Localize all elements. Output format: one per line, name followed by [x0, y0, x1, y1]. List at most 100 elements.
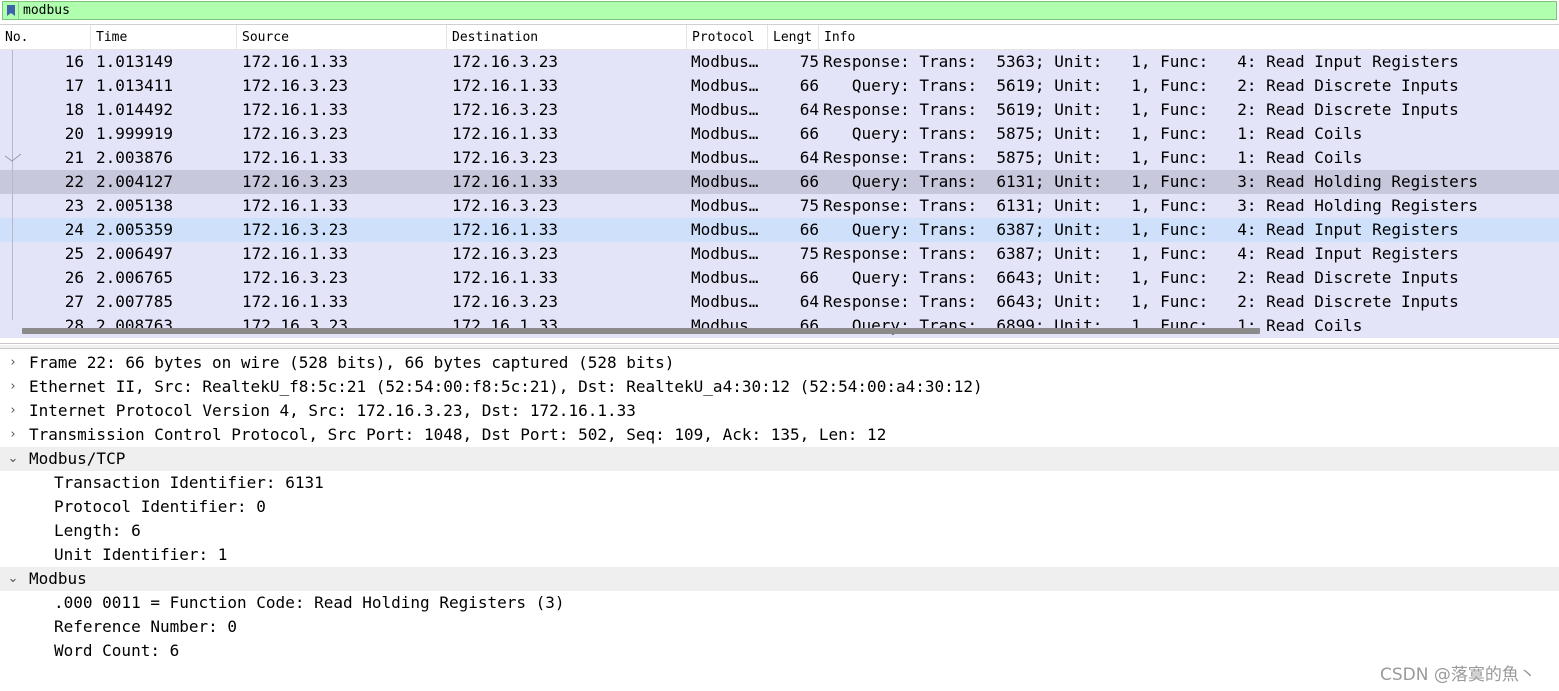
expand-arrow-icon[interactable]: ›	[6, 399, 20, 423]
packet-source: 172.16.3.23	[242, 172, 348, 191]
packet-destination: 172.16.1.33	[452, 172, 558, 191]
bookmark-icon[interactable]	[3, 2, 19, 19]
column-header-destination[interactable]: Destination	[447, 25, 687, 50]
packet-row[interactable]: 18 1.014492 172.16.1.33 172.16.3.23 Modbus… 6…	[0, 98, 1559, 122]
packet-length: 66	[799, 172, 819, 191]
detail-text: Transaction Identifier: 6131	[54, 473, 324, 492]
conversation-tree-line	[12, 50, 13, 320]
packet-row[interactable]: 25 2.006497 172.16.1.33 172.16.3.23 Modbus… 7…	[0, 242, 1559, 266]
packet-time: 2.006497	[96, 244, 174, 263]
packet-length: 66	[799, 220, 819, 239]
expand-arrow-icon[interactable]: ›	[6, 423, 20, 447]
packet-row[interactable]: 20 1.999919 172.16.3.23 172.16.1.33 Modbus… 6…	[0, 122, 1559, 146]
packet-time: 1.013411	[96, 76, 174, 95]
expand-arrow-icon[interactable]: ›	[6, 375, 20, 399]
packet-protocol: Modbus…	[691, 316, 759, 335]
detail-field[interactable]: Reference Number: 0	[0, 615, 1559, 639]
packet-row[interactable]: 24 2.005359 172.16.3.23 172.16.1.33 Modbus… 6…	[0, 218, 1559, 242]
packet-source: 172.16.3.23	[242, 76, 348, 95]
packet-source: 172.16.1.33	[242, 244, 348, 263]
packet-protocol: Modbus…	[691, 100, 759, 119]
packet-info: Query: Trans: 5875; Unit: 1, Func: 1: Re…	[823, 124, 1363, 143]
packet-row[interactable]: 16 1.013149 172.16.1.33 172.16.3.23 Modbus… 7…	[0, 50, 1559, 74]
detail-tree-node[interactable]: ⌄ Modbus/TCP	[0, 447, 1559, 471]
packet-info: Response: Trans: 5363; Unit: 1, Func: 4:…	[823, 52, 1459, 71]
packet-destination: 172.16.3.23	[452, 148, 558, 167]
packet-time: 2.006765	[96, 268, 174, 287]
collapse-arrow-icon[interactable]: ⌄	[6, 567, 20, 591]
column-header-info[interactable]: Info	[819, 25, 1559, 50]
detail-field[interactable]: Protocol Identifier: 0	[0, 495, 1559, 519]
collapse-arrow-icon[interactable]: ⌄	[6, 447, 20, 471]
packet-protocol: Modbus…	[691, 220, 759, 239]
packet-time: 2.005359	[96, 220, 174, 239]
detail-text: Protocol Identifier: 0	[54, 497, 266, 516]
packet-row[interactable]: 27 2.007785 172.16.1.33 172.16.3.23 Modbus… 6…	[0, 290, 1559, 314]
column-header-protocol[interactable]: Protocol	[687, 25, 768, 50]
packet-destination: 172.16.1.33	[452, 268, 558, 287]
detail-field[interactable]: Word Count: 6	[0, 639, 1559, 663]
column-header-length[interactable]: Lengt	[768, 25, 819, 50]
horizontal-scrollbar[interactable]	[22, 328, 1260, 334]
packet-length: 66	[799, 268, 819, 287]
display-filter-input[interactable]	[23, 2, 1423, 19]
expand-arrow-icon[interactable]: ›	[6, 351, 20, 375]
detail-tree-node[interactable]: › Transmission Control Protocol, Src Port…	[0, 423, 1559, 447]
detail-tree-node[interactable]: ⌄ Modbus	[0, 567, 1559, 591]
packet-destination: 172.16.3.23	[452, 100, 558, 119]
packet-info: Query: Trans: 6643; Unit: 1, Func: 2: Re…	[823, 268, 1459, 287]
packet-details-pane: › Frame 22: 66 bytes on wire (528 bits), …	[0, 351, 1559, 691]
packet-protocol: Modbus…	[691, 148, 759, 167]
packet-destination: 172.16.1.33	[452, 124, 558, 143]
packet-destination: 172.16.1.33	[452, 220, 558, 239]
column-header-source[interactable]: Source	[237, 25, 447, 50]
packet-length: 64	[799, 100, 819, 119]
packet-length: 75	[799, 52, 819, 71]
packet-row[interactable]: 23 2.005138 172.16.1.33 172.16.3.23 Modbus… 7…	[0, 194, 1559, 218]
detail-field[interactable]: .000 0011 = Function Code: Read Holding …	[0, 591, 1559, 615]
packet-protocol: Modbus…	[691, 52, 759, 71]
detail-text: Transmission Control Protocol, Src Port:…	[29, 425, 887, 444]
packet-time: 2.005138	[96, 196, 174, 215]
packet-info: Response: Trans: 6643; Unit: 1, Func: 2:…	[823, 292, 1459, 311]
packet-length: 75	[799, 244, 819, 263]
detail-field[interactable]: Unit Identifier: 1	[0, 543, 1559, 567]
detail-field[interactable]: Length: 6	[0, 519, 1559, 543]
packet-info: Query: Trans: 6131; Unit: 1, Func: 3: Re…	[823, 172, 1479, 191]
detail-text: Word Count: 6	[54, 641, 180, 660]
detail-tree-node[interactable]: › Frame 22: 66 bytes on wire (528 bits), …	[0, 351, 1559, 375]
packet-destination: 172.16.1.33	[452, 76, 558, 95]
packet-row[interactable]: 22 2.004127 172.16.3.23 172.16.1.33 Modbus… 6…	[0, 170, 1559, 194]
packet-source: 172.16.3.23	[242, 316, 348, 335]
packet-time: 2.003876	[96, 148, 174, 167]
detail-field[interactable]: Transaction Identifier: 6131	[0, 471, 1559, 495]
display-filter-field[interactable]	[2, 1, 1557, 20]
packet-protocol: Modbus…	[691, 292, 759, 311]
packet-length: 66	[799, 76, 819, 95]
packet-protocol: Modbus…	[691, 76, 759, 95]
packet-list-header: No. Time Source Destination Protocol Len…	[0, 25, 1559, 50]
packet-destination: 172.16.3.23	[452, 196, 558, 215]
packet-time: 2.007785	[96, 292, 174, 311]
packet-row[interactable]: 26 2.006765 172.16.3.23 172.16.1.33 Modbus… 6…	[0, 266, 1559, 290]
detail-text: Internet Protocol Version 4, Src: 172.16…	[29, 401, 636, 420]
detail-tree-node[interactable]: › Ethernet II, Src: RealtekU_f8:5c:21 (52…	[0, 375, 1559, 399]
watermark: CSDN @落寞的魚丶	[1380, 665, 1536, 685]
packet-info: Response: Trans: 6387; Unit: 1, Func: 4:…	[823, 244, 1459, 263]
detail-tree-node[interactable]: › Internet Protocol Version 4, Src: 172.1…	[0, 399, 1559, 423]
packet-protocol: Modbus…	[691, 172, 759, 191]
packet-source: 172.16.1.33	[242, 100, 348, 119]
column-header-time[interactable]: Time	[91, 25, 237, 50]
packet-destination: 172.16.1.33	[452, 316, 558, 335]
related-packet-icon	[4, 153, 22, 162]
packet-row[interactable]: 28 2.008763 172.16.3.23 172.16.1.33 Modbus… 6…	[0, 314, 1559, 338]
packet-row[interactable]: 21 2.003876 172.16.1.33 172.16.3.23 Modbus… 6…	[0, 146, 1559, 170]
packet-length: 66	[799, 316, 819, 335]
pane-splitter[interactable]	[0, 345, 1559, 349]
packet-info: Query: Trans: 5619; Unit: 1, Func: 2: Re…	[823, 76, 1459, 95]
column-header-no[interactable]: No.	[0, 25, 91, 50]
packet-length: 64	[799, 292, 819, 311]
packet-length: 66	[799, 124, 819, 143]
packet-row[interactable]: 17 1.013411 172.16.3.23 172.16.1.33 Modbus… 6…	[0, 74, 1559, 98]
detail-text: .000 0011 = Function Code: Read Holding …	[54, 593, 565, 612]
